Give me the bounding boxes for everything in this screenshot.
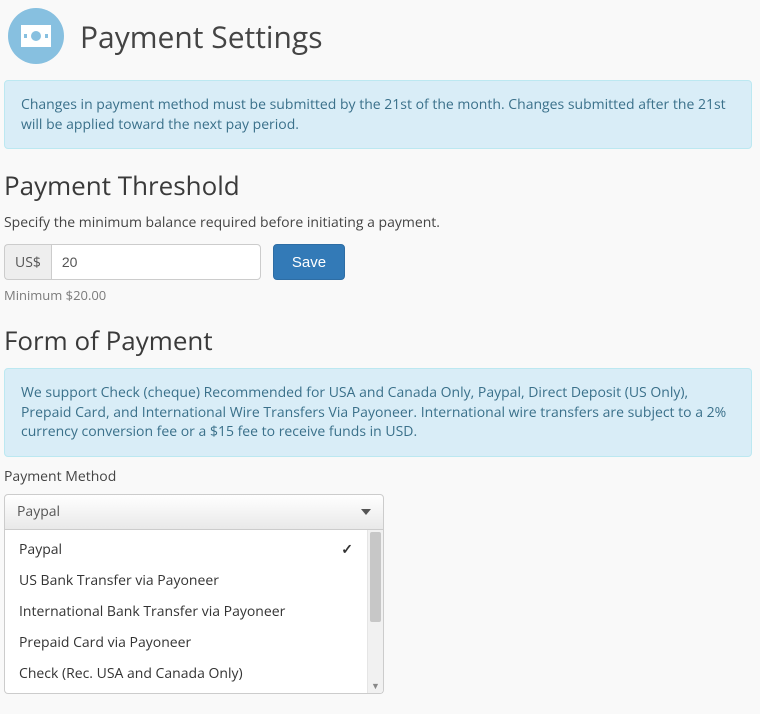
dropdown-option[interactable]: Prepaid Card via Payoneer: [5, 627, 367, 658]
dropdown-list: Paypal US Bank Transfer via Payoneer Int…: [5, 530, 367, 693]
dropdown-toggle[interactable]: Paypal: [4, 494, 384, 530]
page-header: Payment Settings: [4, 4, 752, 72]
threshold-hint: Minimum $20.00: [4, 286, 752, 304]
dropdown-option[interactable]: International Bank Transfer via Payoneer: [5, 596, 367, 627]
threshold-input[interactable]: [51, 244, 261, 280]
currency-prefix: US$: [4, 244, 51, 280]
scrollbar-thumb[interactable]: [370, 532, 381, 622]
chevron-down-icon: [361, 509, 371, 515]
notice-deadline: Changes in payment method must be submit…: [4, 80, 752, 149]
section-form-title: Form of Payment: [4, 322, 752, 358]
threshold-description: Specify the minimum balance required bef…: [4, 213, 752, 232]
scroll-down-icon[interactable]: ▼: [368, 679, 383, 693]
section-threshold-title: Payment Threshold: [4, 167, 752, 203]
threshold-input-group: US$: [4, 244, 261, 280]
page-title: Payment Settings: [80, 16, 323, 57]
dropdown-scrollbar[interactable]: ▼: [367, 530, 383, 693]
dropdown-option[interactable]: US Bank Transfer via Payoneer: [5, 565, 367, 596]
dropdown-selected-value: Paypal: [17, 502, 60, 521]
dropdown-option[interactable]: Check (Rec. USA and Canada Only): [5, 658, 367, 689]
dropdown-menu: Paypal US Bank Transfer via Payoneer Int…: [4, 530, 384, 694]
dropdown-option[interactable]: Paypal: [5, 534, 367, 565]
save-button[interactable]: Save: [273, 244, 345, 280]
notice-methods: We support Check (cheque) Recommended fo…: [4, 368, 752, 457]
payment-method-label: Payment Method: [4, 467, 752, 486]
payment-icon: [8, 8, 64, 64]
payment-method-dropdown: Paypal Paypal US Bank Transfer via Payon…: [4, 494, 384, 694]
